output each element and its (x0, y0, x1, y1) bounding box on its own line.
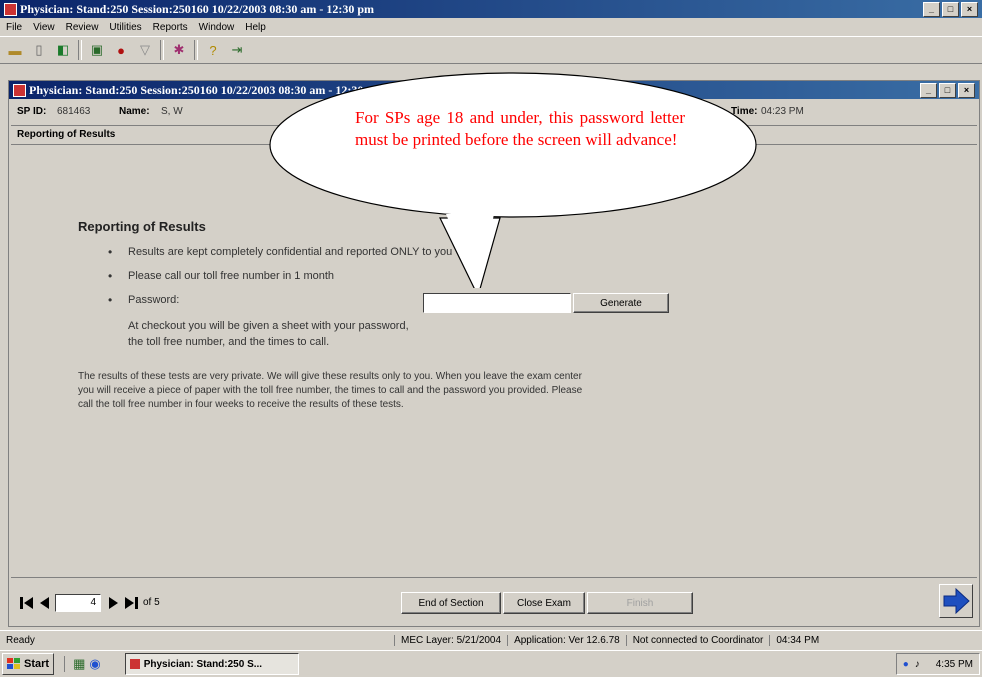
info-para-line-1: The results of these tests are very priv… (78, 371, 582, 382)
app-titlebar[interactable]: Physician: Stand:250 Session:250160 10/2… (0, 0, 982, 18)
desktop-icon[interactable]: ▦ (73, 656, 85, 672)
menu-bar: File View Review Utilities Reports Windo… (0, 19, 982, 35)
windows-logo-icon (7, 658, 20, 669)
next-record-icon[interactable] (107, 596, 119, 610)
bullet-item: • Password: (108, 293, 408, 309)
menu-utilities[interactable]: Utilities (109, 22, 141, 33)
save-icon[interactable]: ◧ (54, 41, 72, 59)
folder-icon[interactable]: ▬ (6, 41, 24, 59)
password-input[interactable] (423, 293, 571, 313)
menu-help[interactable]: Help (245, 22, 266, 33)
start-label: Start (24, 658, 50, 670)
start-button[interactable]: Start (2, 653, 55, 675)
bullet-glyph: • (108, 245, 113, 259)
bullet-glyph: • (108, 269, 113, 283)
sp-id-label: SP ID: (17, 106, 47, 117)
info-para-line-2: you will receive a piece of paper with t… (78, 385, 583, 396)
maximize-icon[interactable]: □ (939, 83, 956, 98)
close-exam-button[interactable]: Close Exam (503, 592, 585, 614)
last-record-icon[interactable] (123, 596, 139, 610)
toolbar-separator (194, 40, 198, 60)
status-coordinator: Not connected to Coordinator (625, 634, 770, 646)
callout-text: For SPs age 18 and under, this password … (355, 108, 685, 149)
minimize-icon[interactable]: _ (923, 2, 940, 17)
checkout-line-1: At checkout you will be given a sheet wi… (128, 320, 409, 332)
status-ready: Ready (6, 634, 35, 646)
menu-review[interactable]: Review (66, 22, 99, 33)
section-title: Reporting of Results (17, 129, 116, 140)
minimize-icon[interactable]: _ (920, 83, 937, 98)
maximize-icon[interactable]: □ (942, 2, 959, 17)
bottom-nav-bar: 4 of 5 End of Section Close Exam Finish (11, 577, 977, 624)
close-icon[interactable]: × (958, 83, 975, 98)
close-icon[interactable]: × (961, 2, 978, 17)
generate-button[interactable]: Generate (573, 293, 669, 313)
menu-reports[interactable]: Reports (153, 22, 188, 33)
document-icon[interactable]: ▯ (30, 41, 48, 59)
help-icon[interactable]: ? (204, 41, 222, 59)
child-app-icon (13, 84, 26, 97)
menu-window[interactable]: Window (199, 22, 235, 33)
filter-icon[interactable]: ▽ (136, 41, 154, 59)
tools-icon[interactable]: ✱ (170, 41, 188, 59)
network-icon[interactable]: ▣ (88, 41, 106, 59)
network-tray-icon[interactable]: ● (903, 659, 909, 670)
prev-record-icon[interactable] (39, 596, 51, 610)
end-of-section-button[interactable]: End of Section (401, 592, 501, 614)
taskbar: Start ▦ ◉ Physician: Stand:250 S... ● ♪ … (0, 650, 982, 677)
browser-icon[interactable]: ◉ (89, 656, 100, 672)
exit-icon[interactable]: ⇥ (228, 41, 246, 59)
child-window-buttons: _ □ × (920, 83, 975, 98)
bullet-glyph: • (108, 293, 113, 307)
status-application: Application: Ver 12.6.78 (507, 634, 626, 646)
taskbar-item-physician[interactable]: Physician: Stand:250 S... (124, 653, 299, 675)
clock: 4:35 PM (935, 658, 973, 670)
status-time: 04:34 PM (769, 634, 825, 646)
toolbar-separator (78, 40, 82, 60)
quick-launch: ▦ ◉ (64, 656, 101, 672)
finish-button[interactable]: Finish (587, 592, 693, 614)
record-icon[interactable]: ● (112, 41, 130, 59)
info-para-line-3: call the toll free number in four weeks … (78, 399, 404, 410)
app-icon (4, 3, 17, 16)
window-buttons: _ □ × (923, 2, 978, 17)
checkout-line-2: the toll free number, and the times to c… (128, 336, 330, 348)
next-arrow-icon[interactable] (939, 584, 973, 618)
callout-bubble (269, 72, 757, 288)
status-bar: Ready MEC Layer: 5/21/2004 Application: … (0, 630, 982, 649)
content-heading: Reporting of Results (78, 219, 206, 234)
menu-file[interactable]: File (6, 22, 22, 33)
first-record-icon[interactable] (19, 596, 35, 610)
password-label: Password: (128, 294, 180, 306)
sp-id-value: 681463 (57, 106, 91, 117)
menu-view[interactable]: View (33, 22, 55, 33)
app-title: Physician: Stand:250 Session:250160 10/2… (20, 1, 375, 16)
toolbar-separator (160, 40, 164, 60)
name-value: S, W (161, 106, 183, 117)
record-count: of 5 (143, 597, 160, 608)
system-tray: ● ♪ 4:35 PM (895, 653, 980, 675)
name-label: Name: (119, 106, 150, 117)
record-number-input[interactable]: 4 (55, 594, 101, 612)
status-mec-layer: MEC Layer: 5/21/2004 (394, 634, 507, 646)
toolbar: ▬ ▯ ◧ ▣ ● ▽ ✱ ? ⇥ (0, 36, 982, 64)
task-app-icon (129, 659, 140, 669)
task-label: Physician: Stand:250 S... (143, 658, 263, 670)
volume-tray-icon[interactable]: ♪ (915, 659, 920, 670)
